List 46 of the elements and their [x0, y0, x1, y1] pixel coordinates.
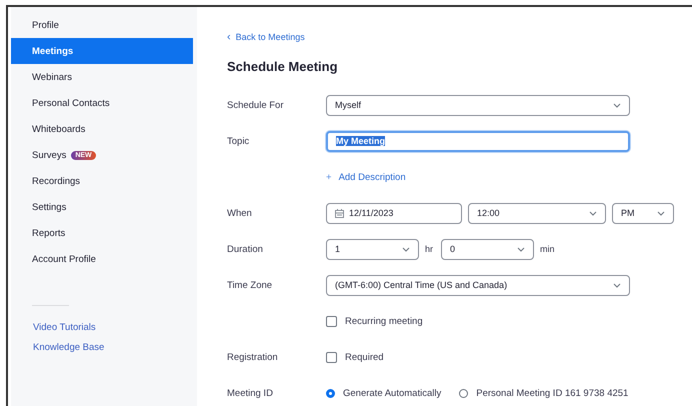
chevron-down-icon	[589, 210, 597, 216]
select-field[interactable]: Myself	[326, 94, 630, 116]
radio-button[interactable]	[459, 388, 468, 398]
radio-button[interactable]	[326, 388, 335, 398]
field-label: Meeting ID	[227, 388, 273, 398]
date-field[interactable]: 12/11/2023	[326, 202, 462, 224]
field-label: Time Zone	[227, 280, 272, 290]
hours-select[interactable]: 1	[326, 238, 419, 260]
text-field[interactable]: My Meeting	[326, 130, 630, 152]
add-description-link[interactable]: + Add Description	[326, 172, 406, 182]
radio-label: Personal Meeting ID 161 9738 4251	[476, 388, 628, 398]
help-link[interactable]: Knowledge Base	[33, 342, 104, 353]
period-select[interactable]: PM	[612, 202, 674, 224]
time-select[interactable]: 12:00	[468, 202, 606, 224]
checkbox-label: Recurring meeting	[345, 316, 423, 326]
unit-label: hr	[425, 244, 434, 254]
sidebar-item[interactable]: Webinars	[11, 64, 193, 90]
sidebar-item[interactable]: Account Profile	[11, 246, 193, 272]
sidebar-item[interactable]: Settings	[11, 194, 193, 220]
sidebar-item[interactable]: Whiteboards	[11, 116, 193, 142]
help-link[interactable]: Video Tutorials	[33, 322, 96, 333]
sidebar-item[interactable]: Personal Contacts	[11, 90, 193, 116]
calendar-icon	[335, 208, 344, 218]
checkbox[interactable]	[326, 316, 337, 326]
back-link[interactable]: ‹ Back to Meetings	[227, 31, 305, 43]
sidebar-item[interactable]: Reports	[11, 220, 193, 246]
checkbox[interactable]	[326, 352, 337, 362]
chevron-down-icon	[517, 246, 526, 252]
field-label: When	[227, 208, 252, 218]
chevron-down-icon	[613, 282, 621, 288]
checkbox-label: Required	[345, 352, 384, 362]
sidebar-item[interactable]: Profile	[11, 12, 193, 38]
field-label: Registration	[227, 352, 278, 362]
chevron-down-icon	[657, 210, 665, 216]
select-field[interactable]: (GMT-6:00) Central Time (US and Canada)	[326, 274, 630, 296]
minutes-select[interactable]: 0	[441, 238, 534, 260]
unit-label: min	[540, 244, 555, 254]
sidebar-item[interactable]: Meetings	[11, 38, 193, 64]
page-title: Schedule Meeting	[227, 59, 339, 74]
radio-label: Generate Automatically	[343, 388, 442, 398]
field-label: Duration	[227, 244, 263, 254]
sidebar-item[interactable]: Recordings	[11, 168, 193, 194]
field-label: Schedule For	[227, 100, 284, 110]
chevron-down-icon	[402, 246, 410, 252]
chevron-down-icon	[613, 102, 621, 108]
field-label: Topic	[227, 136, 250, 146]
